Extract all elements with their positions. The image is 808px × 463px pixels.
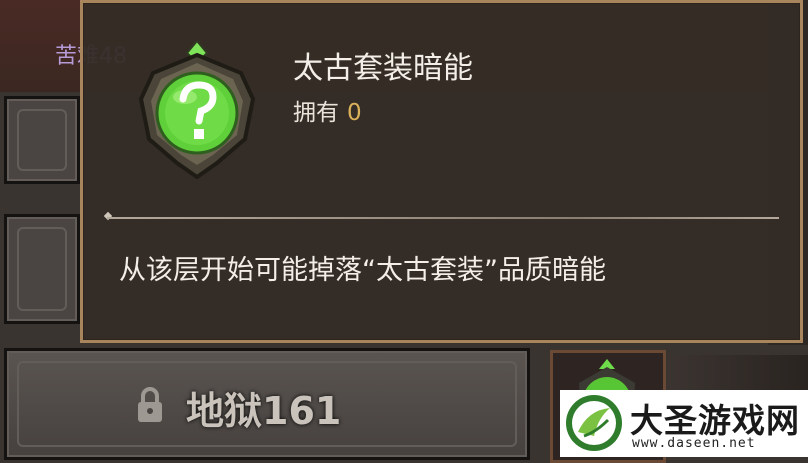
lock-icon (138, 387, 162, 422)
floor-button-partial[interactable] (4, 214, 80, 324)
item-name: 太古套装暗能 (293, 51, 473, 86)
question-mark-gem-icon (138, 41, 256, 179)
floor-button-partial[interactable] (4, 96, 80, 184)
item-tooltip: 太古套装暗能 拥有 0 从该层开始可能掉落“太古套装”品质暗能 (80, 0, 803, 343)
site-watermark: 大圣游戏网 www.daseen.net (560, 390, 808, 457)
divider (107, 217, 779, 219)
panel-ornament (17, 109, 67, 171)
watermark-title: 大圣游戏网 (630, 401, 800, 440)
watermark-url: www.daseen.net (632, 436, 756, 451)
owned-count: 0 (347, 100, 362, 126)
item-description: 从该层开始可能掉落“太古套装”品质暗能 (119, 255, 606, 286)
floor-label: 地狱161 (186, 389, 342, 433)
owned-row: 拥有 0 (293, 93, 362, 127)
owned-label: 拥有 (293, 100, 339, 126)
site-logo-icon (566, 395, 622, 451)
panel-ornament (17, 227, 67, 311)
